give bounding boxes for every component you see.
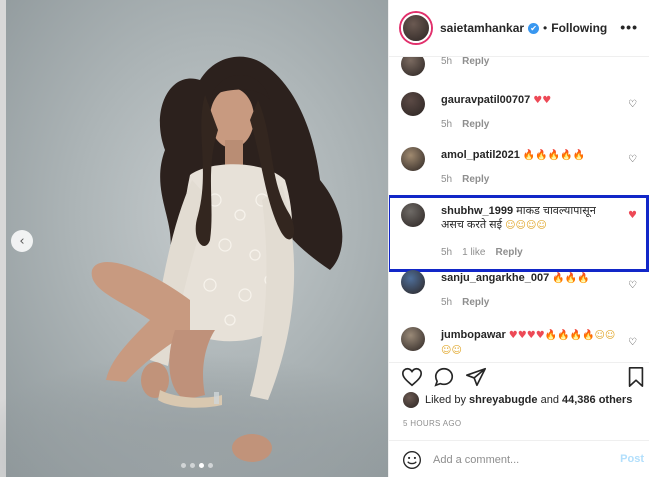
emoji-glyph: ☺ xyxy=(525,220,537,231)
carousel-dot xyxy=(208,463,213,468)
emoji-glyph: ♥ xyxy=(533,95,543,106)
follow-status-button[interactable]: Following xyxy=(551,21,607,35)
comment-username[interactable]: gauravpatil00707 xyxy=(441,94,530,106)
post-photo[interactable]: ‹ xyxy=(0,0,388,477)
emoji-glyph: 🔥 xyxy=(564,273,578,284)
comment-like-heart-icon[interactable]: ♡ xyxy=(628,99,637,110)
reply-button[interactable]: Reply xyxy=(462,297,489,308)
comment-body: jumbopawar ♥♥♥♥🔥🔥🔥🔥☺☺☺☺ xyxy=(441,328,621,358)
emoji-glyph: 🔥 xyxy=(547,150,561,161)
post-timestamp[interactable]: 5 HOURS AGO xyxy=(403,419,461,428)
emoji-glyph: 🔥 xyxy=(522,150,536,161)
comment-body: shubhw_1999 माकड चावल्यापासून असच करते सई… xyxy=(441,204,621,233)
commenter-avatar[interactable] xyxy=(401,327,425,351)
emoji-glyph: 🔥 xyxy=(569,330,583,341)
emoji-glyph: 🔥 xyxy=(577,273,590,284)
author-avatar[interactable] xyxy=(401,13,431,43)
reply-button[interactable]: Reply xyxy=(495,247,522,258)
comment-meta: 5h Reply xyxy=(441,174,499,185)
emoji-glyph: 🔥 xyxy=(557,330,570,341)
commenter-avatar[interactable] xyxy=(401,57,425,76)
comment-meta: 5h 1 like Reply xyxy=(441,247,533,258)
comment-time: 5h xyxy=(441,57,453,67)
verified-badge-icon: ✔ xyxy=(528,22,540,34)
emoji-glyph: 🔥 xyxy=(572,150,586,161)
emoji-glyph: ☺ xyxy=(594,330,605,341)
comment-body: sanju_angarkhe_007 🔥🔥🔥 xyxy=(441,271,621,286)
bookmark-icon[interactable] xyxy=(625,366,647,388)
comment-time: 5h xyxy=(441,247,453,258)
carousel-dot xyxy=(190,463,195,468)
comment-meta: 5h Reply xyxy=(441,57,499,67)
emoji-glyph: ☺ xyxy=(604,330,616,341)
emoji-glyph: ☺ xyxy=(441,345,452,356)
comment-time: 5h xyxy=(441,174,453,185)
comment-input[interactable] xyxy=(433,451,603,469)
likes-joiner: and xyxy=(540,394,559,406)
emoji-glyph: ☺ xyxy=(536,220,547,231)
speech-bubble-icon[interactable] xyxy=(433,366,455,388)
likes-count[interactable]: 44,386 others xyxy=(562,394,632,406)
liker-username[interactable]: shreyabugde xyxy=(469,394,537,406)
action-bar xyxy=(389,362,649,390)
emoji-glyph: ♥ xyxy=(542,95,552,106)
paper-plane-icon[interactable] xyxy=(465,366,487,388)
emoji-glyph: 🔥 xyxy=(582,330,595,341)
comment-time: 5h xyxy=(441,119,453,130)
post-header: saietamhankar ✔ • Following ••• xyxy=(389,0,649,57)
comment-like-heart-icon[interactable]: ♡ xyxy=(628,337,637,348)
comment-body: gauravpatil00707 ♥♥ xyxy=(441,93,621,108)
comment-like-count[interactable]: 1 like xyxy=(462,247,485,258)
more-options-icon[interactable]: ••• xyxy=(620,19,638,35)
post-comment-button[interactable]: Post xyxy=(620,453,644,465)
commenter-avatar[interactable] xyxy=(401,203,425,227)
emoji-glyph: 🔥 xyxy=(535,150,548,161)
post-side-panel: saietamhankar ✔ • Following ••• 5h Reply g… xyxy=(388,0,649,477)
emoji-glyph: ☺ xyxy=(451,345,462,356)
smiley-icon[interactable] xyxy=(402,450,422,470)
reply-button[interactable]: Reply xyxy=(462,174,489,185)
emoji-glyph: ♥ xyxy=(508,330,518,341)
emoji-glyph: ♥ xyxy=(535,330,545,341)
emoji-glyph: 🔥 xyxy=(560,150,573,161)
carousel-dot xyxy=(181,463,186,468)
author-username[interactable]: saietamhankar xyxy=(440,21,524,35)
comment-like-heart-icon[interactable]: ♡ xyxy=(628,280,637,291)
carousel-dots xyxy=(181,463,213,468)
comment-body: amol_patil2021 🔥🔥🔥🔥🔥 xyxy=(441,148,621,163)
emoji-glyph: 🔥 xyxy=(552,273,565,284)
comment-meta: 5h Reply xyxy=(441,119,499,130)
reply-button[interactable]: Reply xyxy=(462,57,489,67)
emoji-glyph: ☺ xyxy=(505,220,516,231)
comment-username[interactable]: sanju_angarkhe_007 xyxy=(441,272,549,284)
emoji-glyph: ☺ xyxy=(515,220,526,231)
header-separator: • xyxy=(543,21,548,35)
comment-username[interactable]: amol_patil2021 xyxy=(441,149,520,161)
emoji-glyph: ♥ xyxy=(517,330,527,341)
reply-button[interactable]: Reply xyxy=(462,119,489,130)
likes-prefix: Liked by xyxy=(425,394,466,406)
comments-list[interactable]: 5h Reply gauravpatil00707 ♥♥ 5h Reply ♡ amol_pa… xyxy=(389,57,649,362)
commenter-avatar[interactable] xyxy=(401,270,425,294)
emoji-glyph: 🔥 xyxy=(544,330,558,341)
comment-time: 5h xyxy=(441,297,453,308)
commenter-avatar[interactable] xyxy=(401,92,425,116)
photo-illustration xyxy=(0,56,388,477)
commenter-avatar[interactable] xyxy=(401,147,425,171)
comment-meta: 5h Reply xyxy=(441,297,499,308)
likes-summary: Liked by shreyabugde and 44,386 others xyxy=(403,392,643,408)
comment-username[interactable]: jumbopawar xyxy=(441,329,506,341)
comment-like-heart-icon[interactable]: ♡ xyxy=(628,154,637,165)
heart-outline-icon[interactable] xyxy=(401,366,423,388)
emoji-glyph: ♥ xyxy=(526,330,536,341)
carousel-dot xyxy=(199,463,204,468)
comment-username[interactable]: shubhw_1999 xyxy=(441,205,513,217)
liker-avatar[interactable] xyxy=(403,392,419,408)
comment-composer: Post xyxy=(389,440,649,477)
comment-liked-heart-icon[interactable]: ♥ xyxy=(628,210,637,221)
previous-image-button[interactable]: ‹ xyxy=(11,230,33,252)
